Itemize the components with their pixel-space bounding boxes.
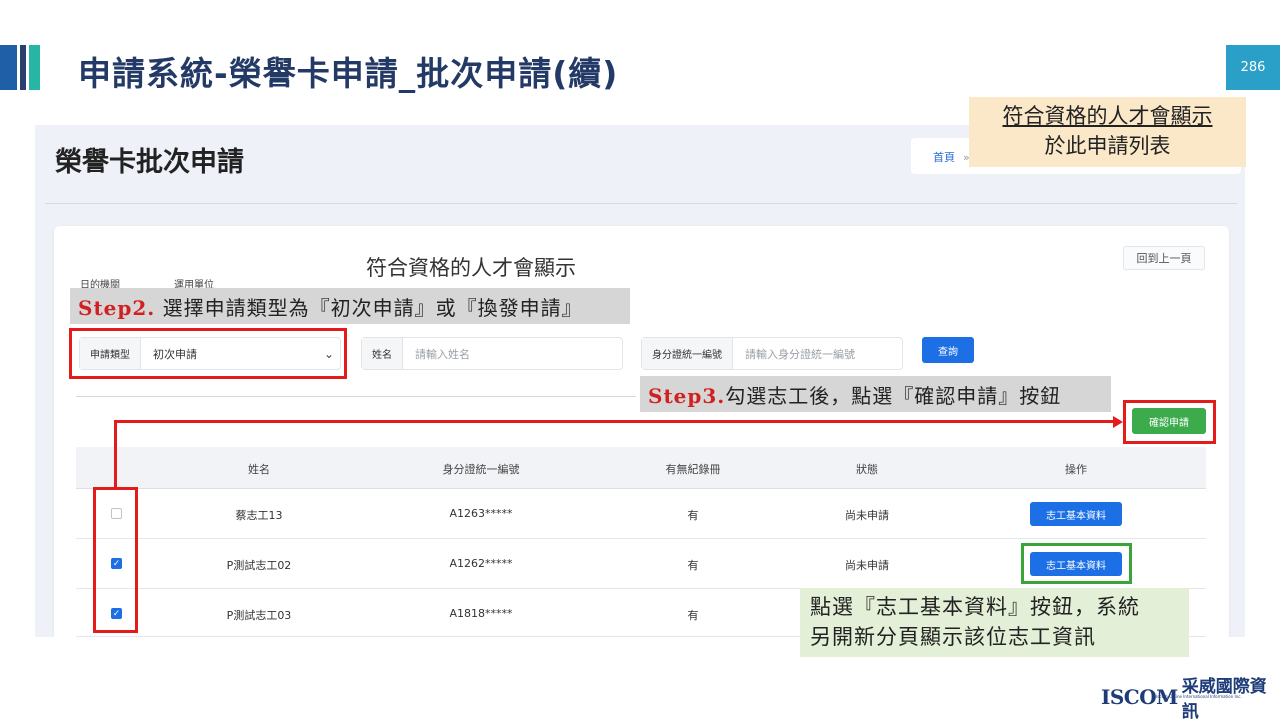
highlight-checkboxes (93, 487, 138, 633)
id-label: 身分證統一編號 (642, 338, 733, 369)
cell-name: P測試志工03 (226, 609, 292, 622)
column-header-name: 姓名 (248, 463, 270, 476)
divider (45, 203, 1237, 204)
annotation-green: 點選『志工基本資料』按鈕，系統 另開新分頁顯示該位志工資訊 (800, 588, 1189, 657)
yellow-line2: 於此申請列表 (1044, 134, 1171, 158)
column-header-record: 有無紀錄冊 (665, 463, 721, 476)
step2-text: 選擇申請類型為『初次申請』或『換發申請』 (155, 296, 583, 320)
header-accent-bar (29, 45, 40, 90)
search-button[interactable]: 查詢 (922, 337, 974, 363)
back-button[interactable]: 回到上一頁 (1123, 246, 1205, 270)
logo-subtitle: Iscom Online International Information I… (1156, 694, 1242, 699)
highlight-volunteer-info-button (1021, 543, 1132, 584)
cell-status: 尚未申請 (845, 559, 889, 572)
green-line2: 另開新分頁顯示該位志工資訊 (810, 625, 1096, 649)
cell-name: P測試志工02 (226, 559, 292, 572)
connector-line (114, 420, 1114, 423)
cell-id: A1262***** (449, 557, 513, 570)
green-line1: 點選『志工基本資料』按鈕，系統 (810, 595, 1140, 619)
volunteer-info-button[interactable]: 志工基本資料 (1030, 502, 1122, 526)
highlight-apply-type (69, 328, 347, 379)
name-field[interactable]: 姓名 請輸入姓名 (361, 337, 623, 370)
cell-record: 有 (687, 559, 699, 572)
header-accent-bar (0, 45, 17, 90)
page-title: 榮譽卡批次申請 (55, 147, 244, 178)
annotation-step3: Step3.勾選志工後，點選『確認申請』按鈕 (640, 376, 1111, 412)
page-number: 286 (1226, 45, 1280, 90)
annotation-yellow: 符合資格的人才會顯示 於此申請列表 (969, 97, 1246, 167)
column-header-action: 操作 (1065, 463, 1087, 476)
table-row: 蔡志工13 A1263***** 有 尚未申請 志工基本資料 (76, 489, 1206, 539)
highlight-confirm-button (1123, 400, 1216, 444)
cell-record: 有 (687, 609, 699, 622)
step3-text: 勾選志工後，點選『確認申請』按鈕 (725, 384, 1062, 408)
cell-id: A1818***** (449, 607, 513, 620)
column-header-id: 身分證統一編號 (442, 463, 520, 476)
annotation-caption: 符合資格的人才會顯示 (366, 256, 576, 280)
id-field[interactable]: 身分證統一編號 請輸入身分證統一編號 (641, 337, 903, 370)
header-accent-bar (20, 45, 26, 90)
divider (76, 396, 636, 397)
cell-id: A1263***** (449, 507, 513, 520)
breadcrumb-home-link[interactable]: 首頁 (933, 151, 955, 164)
arrow-right-icon (1113, 416, 1123, 428)
step3-prefix: Step3. (648, 384, 726, 408)
connector-line (114, 420, 117, 490)
column-header-status: 狀態 (856, 463, 878, 476)
name-placeholder: 請輸入姓名 (415, 347, 470, 361)
cell-status: 尚未申請 (845, 509, 889, 522)
slide-title: 申請系統-榮譽卡申請_批次申請(續) (78, 54, 619, 93)
id-placeholder: 請輸入身分證統一編號 (745, 347, 855, 361)
annotation-step2: Step2. 選擇申請類型為『初次申請』或『換發申請』 (70, 288, 630, 324)
yellow-line1: 符合資格的人才會顯示 (1002, 104, 1213, 128)
table-header: 姓名 身分證統一編號 有無紀錄冊 狀態 操作 (76, 447, 1206, 489)
step2-prefix: Step2. (78, 296, 156, 320)
name-label: 姓名 (362, 338, 403, 369)
cell-name: 蔡志工13 (235, 509, 283, 522)
cell-record: 有 (687, 509, 699, 522)
